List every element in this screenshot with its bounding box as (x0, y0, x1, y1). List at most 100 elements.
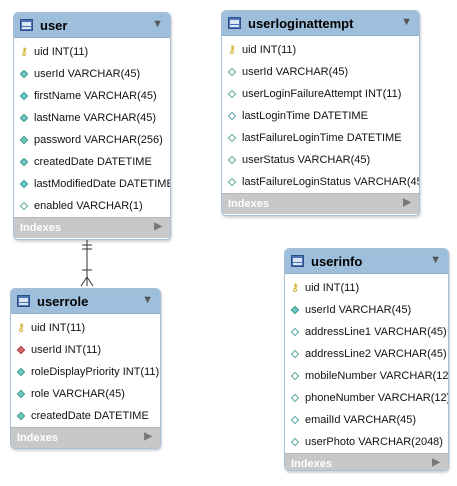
collapse-arrow-icon[interactable]: ▼ (142, 294, 153, 306)
column-row[interactable]: phoneNumber VARCHAR(12) (285, 387, 448, 409)
column-diamond-open-icon (226, 132, 238, 144)
diamond-glyph (290, 305, 300, 315)
column-diamond-open-icon (226, 66, 238, 78)
column-label: lastLoginTime DATETIME (242, 110, 368, 122)
crows-foot-left (80, 276, 88, 287)
column-diamond-open-icon (289, 436, 301, 448)
column-row[interactable]: lastName VARCHAR(45) (14, 107, 170, 129)
column-diamond-open-icon (226, 154, 238, 166)
column-diamond-filled-icon (18, 134, 30, 146)
expand-arrow-icon[interactable]: ▶ (144, 431, 152, 442)
column-label: addressLine2 VARCHAR(45) (305, 348, 447, 360)
column-row[interactable]: roleDisplayPriority INT(11) (11, 361, 160, 383)
column-row[interactable]: lastFailureLoginStatus VARCHAR(45) (222, 171, 419, 193)
diamond-glyph (19, 69, 29, 79)
table-header[interactable]: userinfo ▼ (285, 249, 448, 274)
indexes-section[interactable]: Indexes ▶ (222, 193, 419, 214)
diamond-glyph (16, 411, 26, 421)
key-glyph: ⚷ (16, 321, 26, 334)
diamond-glyph (227, 177, 237, 187)
column-row[interactable]: userId VARCHAR(45) (285, 299, 448, 321)
expand-arrow-icon[interactable]: ▶ (432, 457, 440, 468)
table-title: user (40, 17, 68, 33)
column-label: createdDate DATETIME (34, 156, 152, 168)
column-row[interactable]: lastModifiedDate DATETIME (14, 173, 170, 195)
expand-arrow-icon[interactable]: ▶ (403, 197, 411, 208)
column-diamond-filled-icon (15, 366, 27, 378)
diamond-glyph (227, 155, 237, 165)
column-row[interactable]: ⚷ uid INT(11) (285, 277, 448, 299)
column-row[interactable]: addressLine2 VARCHAR(45) (285, 343, 448, 365)
column-row[interactable]: firstName VARCHAR(45) (14, 85, 170, 107)
column-row[interactable]: emailId VARCHAR(45) (285, 409, 448, 431)
table-userloginattempt[interactable]: userloginattempt ▼ ⚷ uid INT(11) userId VA… (221, 10, 420, 216)
primary-key-icon: ⚷ (15, 322, 27, 334)
expand-arrow-icon[interactable]: ▶ (154, 221, 162, 232)
column-diamond-open-icon (289, 326, 301, 338)
column-row[interactable]: userId INT(11) (11, 339, 160, 361)
diamond-glyph (290, 393, 300, 403)
column-row[interactable]: lastFailureLoginTime DATETIME (222, 127, 419, 149)
column-row[interactable]: userLoginFailureAttempt INT(11) (222, 83, 419, 105)
column-label: userId VARCHAR(45) (34, 68, 141, 80)
collapse-arrow-icon[interactable]: ▼ (401, 16, 412, 28)
column-diamond-filled-icon (18, 112, 30, 124)
table-header[interactable]: user ▼ (14, 13, 170, 38)
column-diamond-open-icon (289, 348, 301, 360)
column-label: userId VARCHAR(45) (305, 304, 412, 316)
indexes-section[interactable]: Indexes ▶ (14, 217, 170, 238)
diamond-glyph (19, 91, 29, 101)
column-diamond-filled-icon (15, 388, 27, 400)
column-row[interactable]: userId VARCHAR(45) (14, 63, 170, 85)
column-row[interactable]: enabled VARCHAR(1) (14, 195, 170, 217)
diamond-glyph (19, 201, 29, 211)
column-row[interactable]: lastLoginTime DATETIME (222, 105, 419, 127)
table-userinfo[interactable]: userinfo ▼ ⚷ uid INT(11) userId VARCHAR(45… (284, 248, 449, 471)
column-row[interactable]: role VARCHAR(45) (11, 383, 160, 405)
table-icon (228, 17, 241, 29)
table-header[interactable]: userrole ▼ (11, 289, 160, 314)
column-row[interactable]: ⚷ uid INT(11) (14, 41, 170, 63)
column-diamond-open-icon (289, 392, 301, 404)
column-list: ⚷ uid INT(11) userId VARCHAR(45) firstName … (14, 38, 170, 217)
table-icon (20, 19, 33, 31)
column-row[interactable]: userPhoto VARCHAR(2048) (285, 431, 448, 453)
column-label: addressLine1 VARCHAR(45) (305, 326, 447, 338)
primary-key-icon: ⚷ (289, 282, 301, 294)
column-row[interactable]: mobileNumber VARCHAR(12) (285, 365, 448, 387)
column-diamond-filled-icon (18, 90, 30, 102)
table-user[interactable]: user ▼ ⚷ uid INT(11) userId VARCHAR(45) fir… (13, 12, 171, 240)
column-row[interactable]: createdDate DATETIME (11, 405, 160, 427)
column-row[interactable]: addressLine1 VARCHAR(45) (285, 321, 448, 343)
column-diamond-open-icon (289, 370, 301, 382)
diamond-glyph (227, 111, 237, 121)
column-row[interactable]: userStatus VARCHAR(45) (222, 149, 419, 171)
column-row[interactable]: createdDate DATETIME (14, 151, 170, 173)
column-label: userId VARCHAR(45) (242, 66, 349, 78)
diamond-glyph (19, 179, 29, 189)
indexes-section[interactable]: Indexes ▶ (285, 453, 448, 470)
diamond-glyph (16, 389, 26, 399)
column-label: phoneNumber VARCHAR(12) (305, 392, 449, 404)
table-title: userloginattempt (248, 15, 354, 31)
column-row[interactable]: ⚷ uid INT(11) (222, 39, 419, 61)
column-label: lastFailureLoginStatus VARCHAR(45) (242, 176, 420, 188)
diamond-glyph (19, 113, 29, 123)
table-userrole[interactable]: userrole ▼ ⚷ uid INT(11) userId INT(11) rol… (10, 288, 161, 449)
table-header[interactable]: userloginattempt ▼ (222, 11, 419, 36)
column-row[interactable]: password VARCHAR(256) (14, 129, 170, 151)
collapse-arrow-icon[interactable]: ▼ (152, 18, 163, 30)
diamond-glyph (16, 345, 26, 355)
collapse-arrow-icon[interactable]: ▼ (430, 254, 441, 266)
column-row[interactable]: userId VARCHAR(45) (222, 61, 419, 83)
column-label: roleDisplayPriority INT(11) (31, 366, 160, 378)
column-diamond-filled-icon (15, 410, 27, 422)
column-label: emailId VARCHAR(45) (305, 414, 417, 426)
indexes-section[interactable]: Indexes ▶ (11, 427, 160, 448)
column-row[interactable]: ⚷ uid INT(11) (11, 317, 160, 339)
indexes-label: Indexes (228, 198, 269, 210)
column-label: uid INT(11) (305, 282, 360, 294)
column-diamond-open-icon (226, 88, 238, 100)
crows-foot-right (86, 276, 94, 287)
diamond-glyph (19, 157, 29, 167)
